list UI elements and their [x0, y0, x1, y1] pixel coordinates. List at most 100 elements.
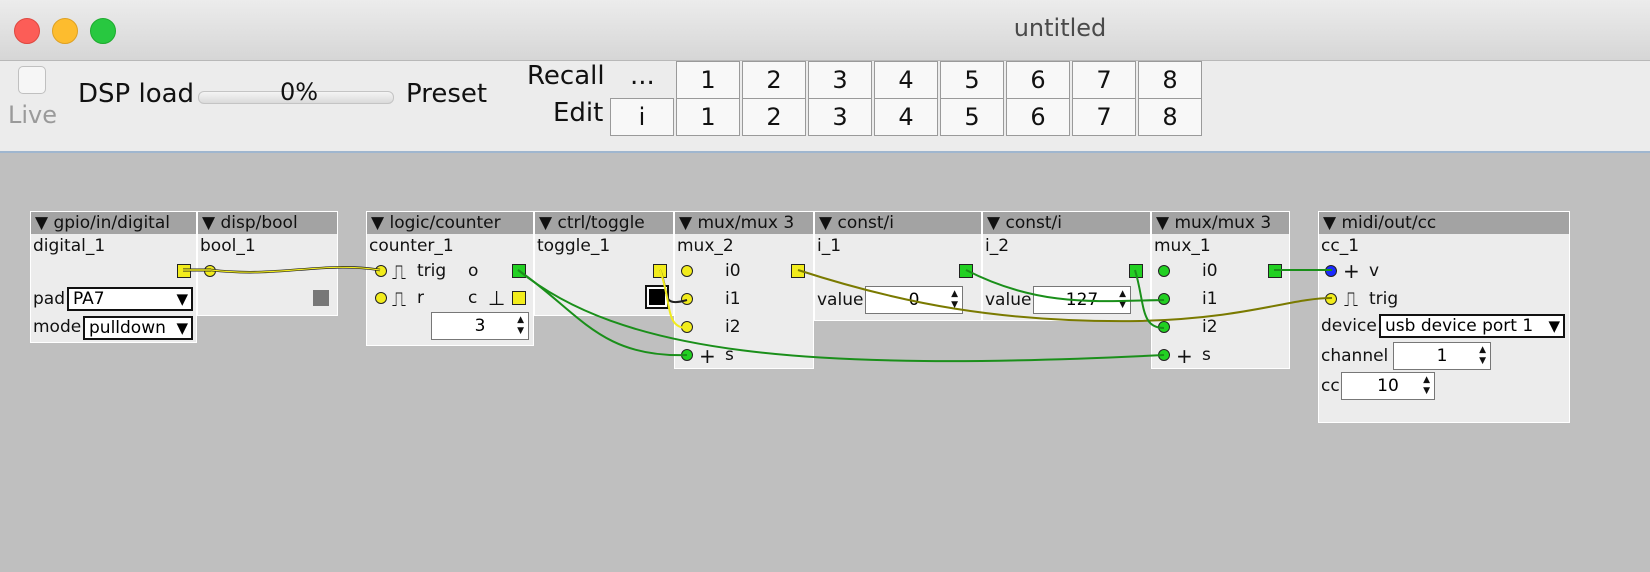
object-instance-name[interactable]: counter_1: [369, 236, 454, 256]
object-mux-mux3[interactable]: ▼ mux/mux 3 mux_2 i0 i1 i2 + s: [674, 211, 814, 369]
inlet-port[interactable]: [204, 265, 216, 277]
inlet-label-s: s: [725, 345, 734, 365]
object-instance-name[interactable]: bool_1: [200, 236, 256, 256]
live-checkbox[interactable]: [18, 66, 46, 94]
object-header[interactable]: ▼ midi/out/cc: [1319, 212, 1569, 234]
object-header[interactable]: ▼ const/i: [815, 212, 981, 234]
edit-label: Edit: [553, 98, 604, 128]
recall-preset-7-button[interactable]: 7: [1072, 61, 1136, 99]
const-value: 0: [908, 290, 920, 310]
inlet-port-i2[interactable]: [681, 321, 693, 333]
outlet-port[interactable]: [791, 264, 805, 278]
object-disp-bool[interactable]: ▼ disp/bool bool_1: [197, 211, 338, 316]
spinner-arrows-icon[interactable]: ▲ ▼: [1479, 345, 1486, 367]
inlet-port-s[interactable]: [1158, 349, 1170, 361]
edit-init-button[interactable]: i: [610, 98, 674, 136]
object-midi-out-cc[interactable]: ▼ midi/out/cc cc_1 + v ⎍ trig device usb…: [1318, 211, 1570, 423]
edit-preset-1-button[interactable]: 1: [676, 98, 740, 136]
bool-indicator: [313, 290, 329, 306]
inlet-label-i0: i0: [1202, 261, 1218, 281]
edit-preset-7-button[interactable]: 7: [1072, 98, 1136, 136]
object-instance-name[interactable]: i_1: [817, 236, 841, 256]
outlet-port[interactable]: [959, 264, 973, 278]
inlet-port-r[interactable]: [375, 292, 387, 304]
inlet-label-i2: i2: [1202, 317, 1218, 337]
device-value: usb device port 1: [1385, 316, 1534, 336]
edit-preset-2-button[interactable]: 2: [742, 98, 806, 136]
object-instance-name[interactable]: digital_1: [33, 236, 105, 256]
object-header[interactable]: ▼ ctrl/toggle: [535, 212, 673, 234]
outlet-port[interactable]: [653, 264, 667, 278]
value-spinner[interactable]: 0 ▲ ▼: [865, 286, 963, 314]
object-header[interactable]: ▼ mux/mux 3: [675, 212, 813, 234]
object-instance-name[interactable]: i_2: [985, 236, 1009, 256]
object-instance-name[interactable]: cc_1: [1321, 236, 1359, 256]
recall-preset-6-button[interactable]: 6: [1006, 61, 1070, 99]
inlet-port-s[interactable]: [681, 349, 693, 361]
counter-max-spinner[interactable]: 3 ▲ ▼: [431, 312, 529, 340]
outlet-port[interactable]: [1129, 264, 1143, 278]
live-label: Live: [8, 101, 58, 129]
spinner-arrows-icon[interactable]: ▲ ▼: [951, 289, 958, 311]
recall-label: Recall: [527, 61, 605, 91]
object-header[interactable]: ▼ logic/counter: [367, 212, 533, 234]
inlet-port-i2[interactable]: [1158, 321, 1170, 333]
inlet-port-i0[interactable]: [681, 265, 693, 277]
inlet-port-trig[interactable]: [1325, 293, 1337, 305]
dsp-load-percent: 0%: [280, 78, 319, 106]
inlet-port-i0[interactable]: [1158, 265, 1170, 277]
object-instance-name[interactable]: mux_1: [1154, 236, 1211, 256]
counter-max-value: 3: [474, 316, 486, 336]
object-const-i[interactable]: ▼ const/i i_1 value 0 ▲ ▼: [814, 211, 982, 321]
edit-preset-8-button[interactable]: 8: [1138, 98, 1202, 136]
object-header[interactable]: ▼ gpio/in/digital: [31, 212, 196, 234]
spinner-arrows-icon[interactable]: ▲ ▼: [517, 315, 524, 337]
object-instance-name[interactable]: toggle_1: [537, 236, 610, 256]
object-ctrl-toggle[interactable]: ▼ ctrl/toggle toggle_1: [534, 211, 674, 316]
object-header[interactable]: ▼ disp/bool: [198, 212, 337, 234]
edit-preset-3-button[interactable]: 3: [808, 98, 872, 136]
outlet-port-c[interactable]: [512, 291, 526, 305]
inlet-port-i1[interactable]: [681, 293, 693, 305]
object-header[interactable]: ▼ mux/mux 3: [1152, 212, 1289, 234]
outlet-port[interactable]: [1268, 264, 1282, 278]
pad-dropdown[interactable]: PA7 ▼: [67, 287, 193, 311]
recall-preset-1-button[interactable]: 1: [676, 61, 740, 99]
recall-preset-4-button[interactable]: 4: [874, 61, 938, 99]
edit-preset-5-button[interactable]: 5: [940, 98, 1004, 136]
cc-spinner[interactable]: 10 ▲ ▼: [1341, 372, 1435, 400]
recall-more-button[interactable]: ...: [630, 61, 655, 91]
mode-value: pulldown: [89, 318, 166, 338]
object-gpio-in-digital[interactable]: ▼ gpio/in/digital digital_1 pad PA7 ▼ mod…: [30, 211, 197, 343]
object-const-i[interactable]: ▼ const/i i_2 value 127 ▲ ▼: [982, 211, 1151, 321]
window-title: untitled: [1013, 14, 1107, 42]
recall-preset-8-button[interactable]: 8: [1138, 61, 1202, 99]
recall-preset-5-button[interactable]: 5: [940, 61, 1004, 99]
spinner-arrows-icon[interactable]: ▲ ▼: [1119, 289, 1126, 311]
recall-preset-2-button[interactable]: 2: [742, 61, 806, 99]
object-mux-mux3[interactable]: ▼ mux/mux 3 mux_1 i0 i1 i2 + s: [1151, 211, 1290, 369]
object-logic-counter[interactable]: ▼ logic/counter counter_1 ⎍ trig o ⎍ r c…: [366, 211, 534, 346]
outlet-port[interactable]: [177, 264, 191, 278]
edit-preset-4-button[interactable]: 4: [874, 98, 938, 136]
channel-label: channel: [1321, 346, 1389, 366]
device-dropdown[interactable]: usb device port 1 ▼: [1379, 314, 1565, 338]
toggle-button[interactable]: [645, 285, 669, 309]
object-header[interactable]: ▼ const/i: [983, 212, 1150, 234]
dsp-load-label: DSP load: [78, 79, 195, 109]
value-spinner[interactable]: 127 ▲ ▼: [1033, 286, 1131, 314]
inlet-port-i1[interactable]: [1158, 293, 1170, 305]
toggle-on-indicator: [649, 289, 665, 305]
inlet-port-v[interactable]: [1325, 265, 1337, 277]
channel-spinner[interactable]: 1 ▲ ▼: [1393, 342, 1491, 370]
patch-canvas[interactable]: ▼ gpio/in/digital digital_1 pad PA7 ▼ mod…: [0, 153, 1650, 572]
inlet-port-trig[interactable]: [375, 265, 387, 277]
inlet-label-i2: i2: [725, 317, 741, 337]
spinner-arrows-icon[interactable]: ▲ ▼: [1423, 375, 1430, 397]
trigger-icon: ⎍: [392, 287, 406, 311]
edit-preset-6-button[interactable]: 6: [1006, 98, 1070, 136]
outlet-port-o[interactable]: [512, 264, 526, 278]
mode-dropdown[interactable]: pulldown ▼: [83, 316, 193, 340]
recall-preset-3-button[interactable]: 3: [808, 61, 872, 99]
object-instance-name[interactable]: mux_2: [677, 236, 734, 256]
